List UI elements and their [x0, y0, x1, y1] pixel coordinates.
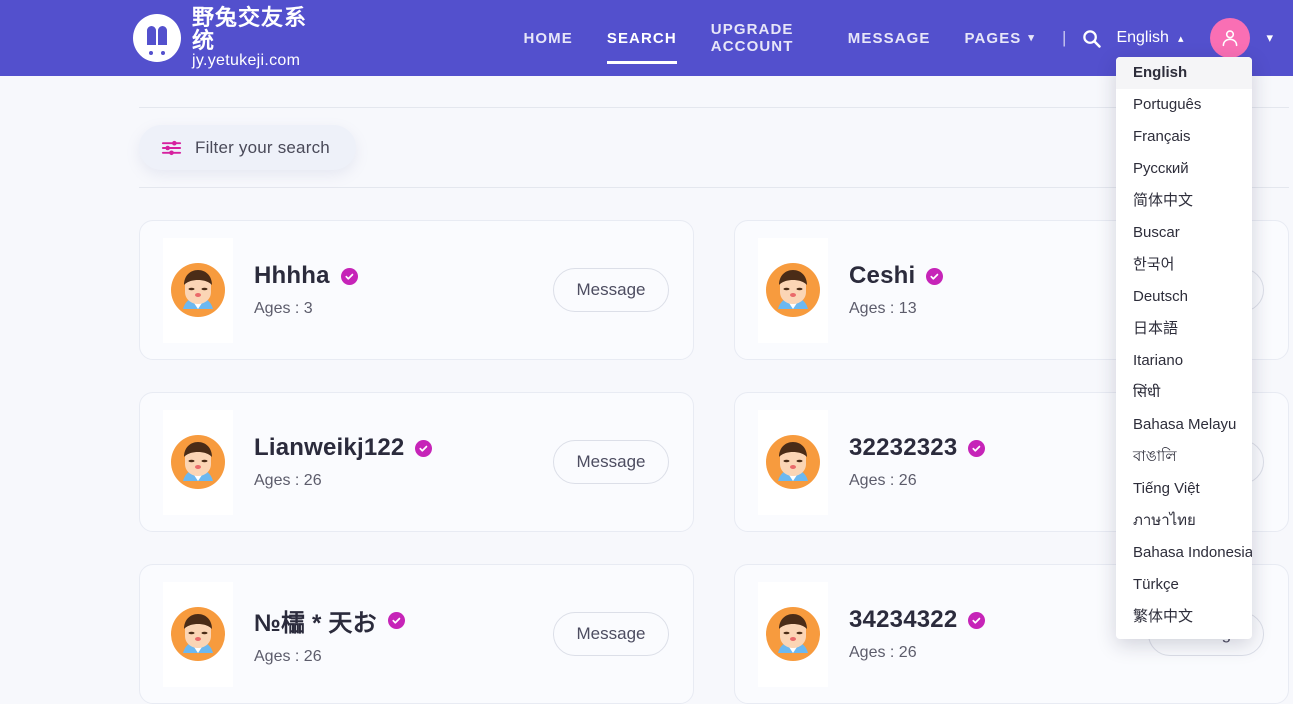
language-option-thai[interactable]: ภาษาไทย	[1116, 505, 1252, 537]
language-option-francais[interactable]: Français	[1116, 121, 1252, 153]
profile-name: 34234322	[849, 606, 958, 633]
profile-name-row: Ceshi	[849, 262, 1148, 290]
language-option-traditional-chinese[interactable]: 繁体中文	[1116, 601, 1252, 633]
language-option-japanese[interactable]: 日本語	[1116, 313, 1252, 345]
language-selector-label: English	[1116, 29, 1169, 46]
nav-item-message-label: MESSAGE	[847, 29, 931, 47]
language-dropdown-menu: English Português Français Русский 简体中文 …	[1116, 57, 1252, 639]
brand-url: jy.yetukeji.com	[192, 52, 301, 70]
profile-age: Ages : 26	[254, 647, 322, 665]
language-option-bengali[interactable]: বাঙালি	[1116, 441, 1252, 473]
search-icon[interactable]	[1074, 21, 1108, 55]
profile-name-row: 32232323	[849, 434, 1148, 462]
nav-item-upgrade-account[interactable]: UPGRADE ACCOUNT	[694, 0, 831, 76]
message-button[interactable]: Message	[553, 268, 669, 312]
profile-name-row: Lianweikj122	[254, 434, 553, 462]
user-avatar-icon[interactable]	[1210, 18, 1251, 58]
profile-avatar-icon	[163, 581, 233, 687]
filter-your-search-button[interactable]: Filter your search	[139, 125, 356, 170]
profile-avatar-icon	[758, 581, 828, 687]
nav-item-message[interactable]: MESSAGE	[831, 0, 948, 76]
language-option-korean[interactable]: 한국어	[1116, 249, 1252, 281]
profile-name: Hhhha	[254, 262, 330, 289]
message-button[interactable]: Message	[553, 440, 669, 484]
message-button[interactable]: Message	[553, 612, 669, 656]
language-option-buscar[interactable]: Buscar	[1116, 217, 1252, 249]
verified-badge-icon	[415, 439, 433, 457]
nav-item-pages-label: PAGES	[964, 29, 1022, 47]
language-selector-button[interactable]: English ▴	[1114, 25, 1185, 51]
verified-badge-icon	[340, 267, 358, 285]
profile-age: Ages : 3	[254, 300, 313, 317]
profile-avatar-icon	[758, 237, 828, 343]
profile-name-row: 34234322	[849, 606, 1148, 634]
language-option-bahasa-indonesia[interactable]: Bahasa Indonesia	[1116, 537, 1252, 569]
chevron-up-icon: ▴	[1177, 32, 1184, 45]
profile-avatar-icon	[163, 409, 233, 515]
profile-avatar-icon	[163, 237, 233, 343]
nav-divider: |	[1062, 28, 1067, 47]
nav-item-home-label: HOME	[523, 29, 573, 47]
nav-item-upgrade-account-label: UPGRADE ACCOUNT	[710, 21, 794, 55]
language-option-itariano[interactable]: Itariano	[1116, 345, 1252, 377]
language-option-bahasa-melayu[interactable]: Bahasa Melayu	[1116, 409, 1252, 441]
rabbit-logo-icon	[133, 14, 181, 62]
profile-name: Ceshi	[849, 262, 916, 289]
verified-badge-icon	[926, 267, 944, 285]
account-chevron-down-icon[interactable]: ▾	[1266, 30, 1273, 46]
profile-name: №櫺 * 天お	[254, 609, 377, 637]
nav-links: HOME SEARCH UPGRADE ACCOUNT MESSAGE PAGE…	[506, 0, 1052, 76]
nav-right-group: English ▴ ▾	[1074, 18, 1293, 58]
language-option-russian[interactable]: Русский	[1116, 153, 1252, 185]
verified-badge-icon	[968, 439, 986, 457]
profile-card[interactable]: Hhhha Ages : 3 Message	[139, 220, 694, 360]
chevron-down-icon: ▾	[1028, 31, 1036, 44]
language-option-deutsch[interactable]: Deutsch	[1116, 281, 1252, 313]
language-option-turkce[interactable]: Türkçe	[1116, 569, 1252, 601]
filter-your-search-label: Filter your search	[195, 137, 330, 157]
profile-name-row: Hhhha	[254, 262, 553, 290]
top-navbar: 野兔交友系统 jy.yetukeji.com HOME SEARCH UPGRA…	[0, 0, 1293, 76]
language-option-vietnamese[interactable]: Tiếng Việt	[1116, 473, 1252, 505]
verified-badge-icon	[968, 611, 986, 629]
nav-item-search[interactable]: SEARCH	[590, 0, 694, 76]
language-option-sindhi[interactable]: सिंधी	[1116, 377, 1252, 409]
profile-age: Ages : 13	[849, 300, 917, 317]
profile-name: 32232323	[849, 434, 958, 461]
sliders-filter-icon	[161, 139, 182, 157]
profile-avatar-icon	[758, 409, 828, 515]
brand-name-cn: 野兔交友系统	[192, 5, 308, 54]
nav-item-pages[interactable]: PAGES ▾	[948, 0, 1053, 76]
profile-name: Lianweikj122	[254, 434, 405, 461]
language-option-simplified-chinese[interactable]: 简体中文	[1116, 185, 1252, 217]
profile-card[interactable]: №櫺 * 天お Ages : 26 Message	[139, 564, 694, 704]
brand-logo-link[interactable]: 野兔交友系统 jy.yetukeji.com	[133, 0, 308, 76]
profile-name-row: №櫺 * 天お	[254, 603, 553, 638]
language-option-portugues[interactable]: Português	[1116, 89, 1252, 121]
profile-card[interactable]: Lianweikj122 Ages : 26 Message	[139, 392, 694, 532]
profile-age: Ages : 26	[849, 472, 917, 489]
nav-item-home[interactable]: HOME	[506, 0, 589, 76]
nav-item-search-label: SEARCH	[606, 29, 677, 47]
language-option-english[interactable]: English	[1116, 57, 1252, 89]
verified-badge-icon	[387, 611, 405, 629]
profile-age: Ages : 26	[254, 472, 322, 489]
